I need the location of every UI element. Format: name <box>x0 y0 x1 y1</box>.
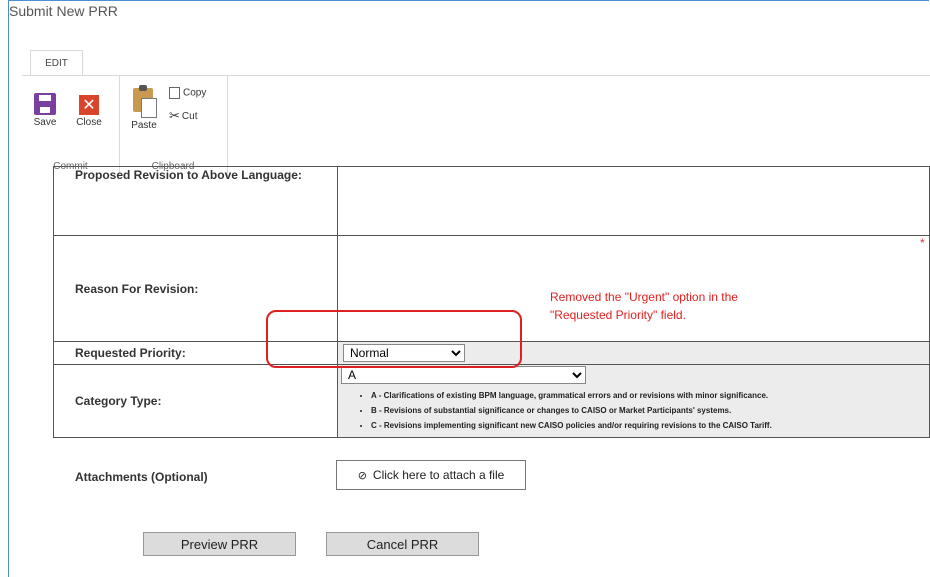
clipboard-group: Paste Copy ✂ Cut Clipboard <box>119 76 228 176</box>
proposed-revision-label: Proposed Revision to Above Language: <box>53 166 338 236</box>
save-button[interactable]: Save <box>30 93 60 128</box>
attach-file-label: Click here to attach a file <box>372 468 505 482</box>
required-marker: * <box>920 236 925 250</box>
paperclip-icon: ⊘ <box>357 468 367 482</box>
category-option-c: C - Revisions implementing significant n… <box>371 418 929 433</box>
category-option-a: A - Clarifications of existing BPM langu… <box>371 388 929 403</box>
paste-button[interactable]: Paste <box>129 84 159 131</box>
copy-icon <box>169 87 180 99</box>
annotation-highlight-box <box>266 310 522 368</box>
copy-label: Copy <box>183 87 207 99</box>
annotation-line-1: Removed the "Urgent" option in the <box>550 290 738 304</box>
preview-prr-button[interactable]: Preview PRR <box>143 532 296 556</box>
category-label: Category Type: <box>53 364 338 438</box>
proposed-revision-field[interactable] <box>337 166 930 236</box>
save-label: Save <box>33 117 57 128</box>
category-descriptions: A - Clarifications of existing BPM langu… <box>341 388 929 433</box>
attach-file-button[interactable]: ⊘ Click here to attach a file <box>336 460 526 490</box>
scissors-icon: ✂ <box>169 109 180 124</box>
category-row: Category Type: A A - Clarifications of e… <box>53 364 930 438</box>
category-field: A A - Clarifications of existing BPM lan… <box>337 364 930 438</box>
close-label: Close <box>76 117 102 128</box>
proposed-revision-row: Proposed Revision to Above Language: <box>53 166 930 236</box>
window-title: Submit New PRR <box>9 3 118 19</box>
cancel-prr-button[interactable]: Cancel PRR <box>326 532 479 556</box>
attachments-label: Attachments (Optional) <box>75 470 208 484</box>
prr-form-table: Proposed Revision to Above Language: Rea… <box>53 166 930 438</box>
save-icon <box>34 93 56 115</box>
paste-icon <box>131 84 157 118</box>
tab-edit[interactable]: EDIT <box>30 50 83 75</box>
cut-label: Cut <box>181 111 198 122</box>
annotation-line-2: "Requested Priority" field. <box>550 308 686 322</box>
category-option-b: B - Revisions of substantial significanc… <box>371 403 929 418</box>
commit-group: Save ✕ Close Commit <box>22 76 120 176</box>
copy-button[interactable]: Copy <box>169 87 206 99</box>
paste-label: Paste <box>131 120 157 131</box>
category-select[interactable]: A <box>341 366 586 384</box>
ribbon: Save ✕ Close Commit Paste Copy ✂ Cut Clip… <box>22 75 930 178</box>
cut-button[interactable]: ✂ Cut <box>169 109 197 124</box>
annotation-text: Removed the "Urgent" option in the "Requ… <box>550 288 738 324</box>
close-icon: ✕ <box>79 95 99 115</box>
close-button[interactable]: ✕ Close <box>72 93 106 128</box>
